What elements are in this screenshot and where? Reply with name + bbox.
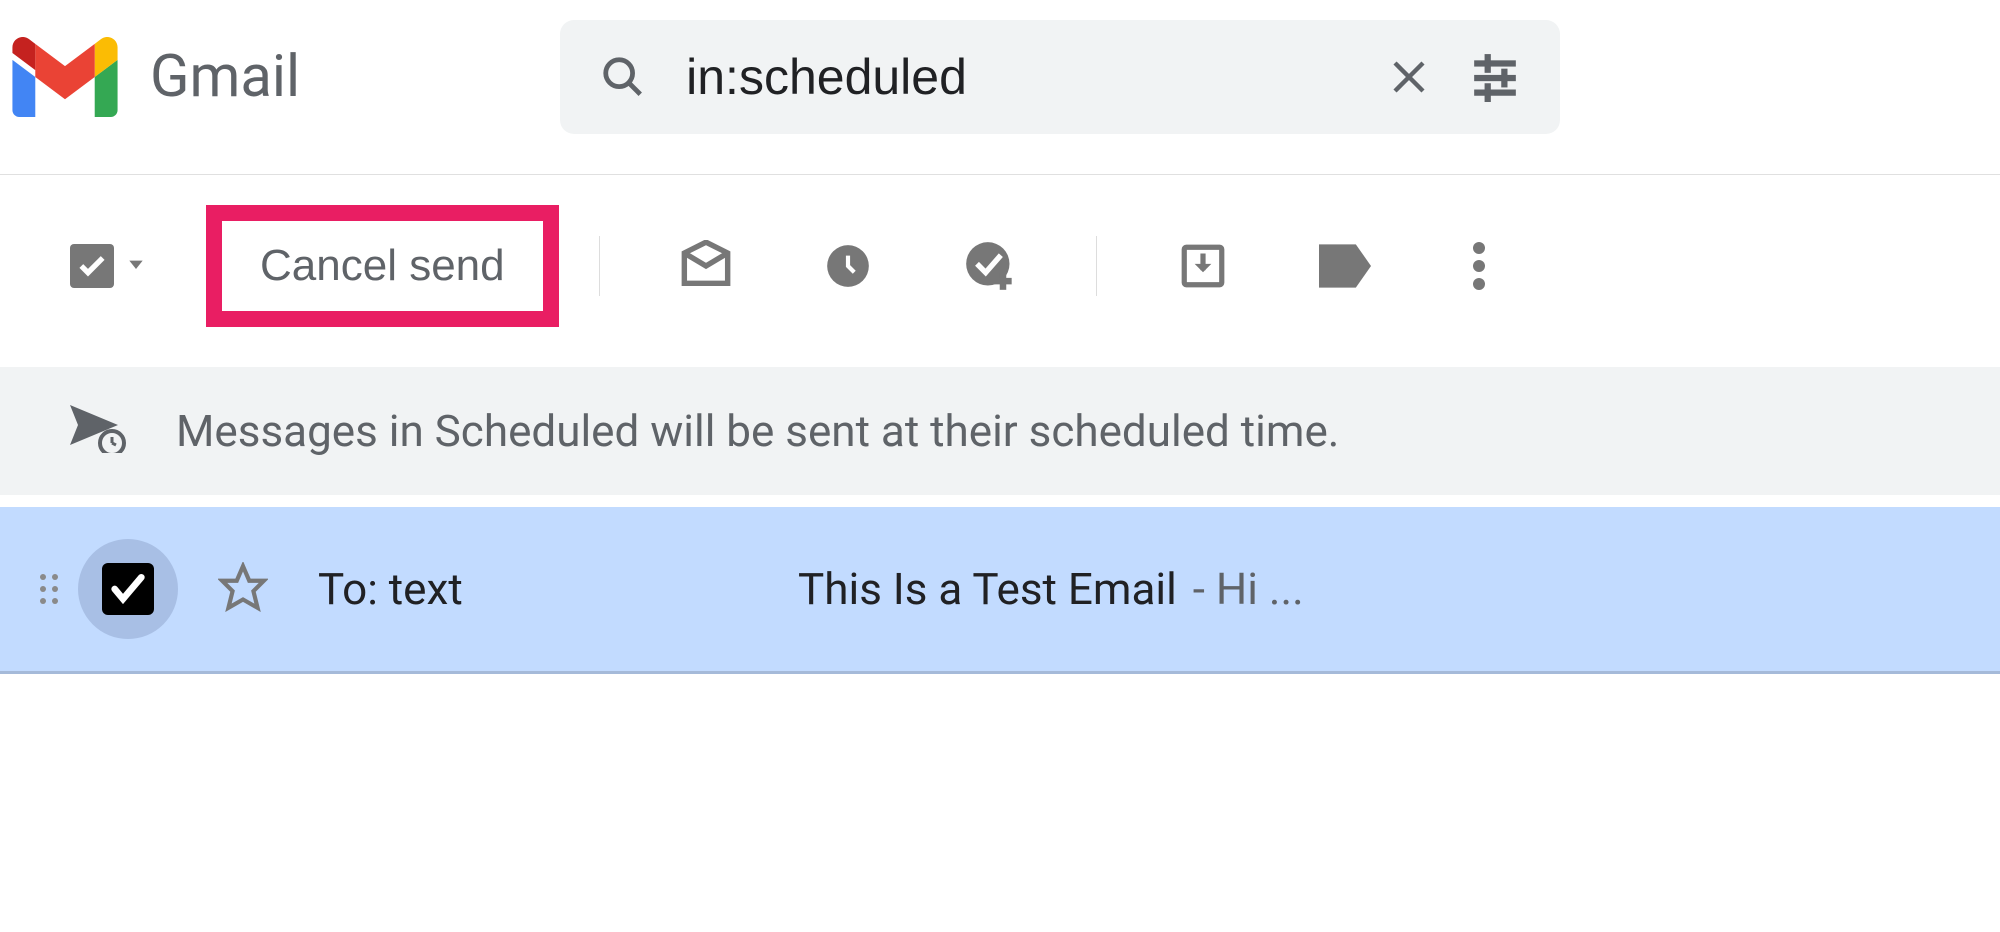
add-to-tasks-icon[interactable] [962,238,1018,294]
gmail-logo-icon [10,37,120,117]
search-bar[interactable] [560,20,1560,134]
snooze-icon[interactable] [820,238,876,294]
dropdown-caret-icon[interactable] [126,254,146,278]
select-all-checkbox[interactable] [70,244,146,288]
email-row[interactable]: To: text This Is a Test Email - Hi ... [0,507,2000,674]
labels-icon[interactable] [1317,238,1373,294]
checkbox-icon [70,244,114,288]
more-options-icon[interactable] [1451,238,1507,294]
toolbar: Cancel send [0,175,2000,357]
gmail-text: Gmail [150,43,300,111]
scheduled-send-icon [70,405,126,457]
banner-message: Messages in Scheduled will be sent at th… [176,405,1339,457]
gmail-logo-section[interactable]: Gmail [10,37,300,117]
email-content: This Is a Test Email - Hi ... [798,563,1304,615]
search-options-icon[interactable] [1470,52,1520,102]
archive-icon[interactable] [678,238,734,294]
email-sender: To: text [318,563,768,615]
move-to-icon[interactable] [1175,238,1231,294]
search-icon[interactable] [600,54,646,100]
separator [1096,236,1097,296]
drag-handle-icon[interactable] [40,574,58,604]
clear-search-icon[interactable] [1388,56,1430,98]
search-input[interactable] [686,48,1348,106]
cancel-send-button[interactable]: Cancel send [206,205,559,327]
header: Gmail [0,0,2000,174]
email-checkbox[interactable] [78,539,178,639]
email-subject: This Is a Test Email [798,563,1177,615]
email-preview: - Hi ... [1193,563,1304,615]
separator [599,236,600,296]
checkbox-checked-icon [102,563,154,615]
scheduled-banner: Messages in Scheduled will be sent at th… [0,367,2000,495]
star-icon[interactable] [218,562,268,616]
